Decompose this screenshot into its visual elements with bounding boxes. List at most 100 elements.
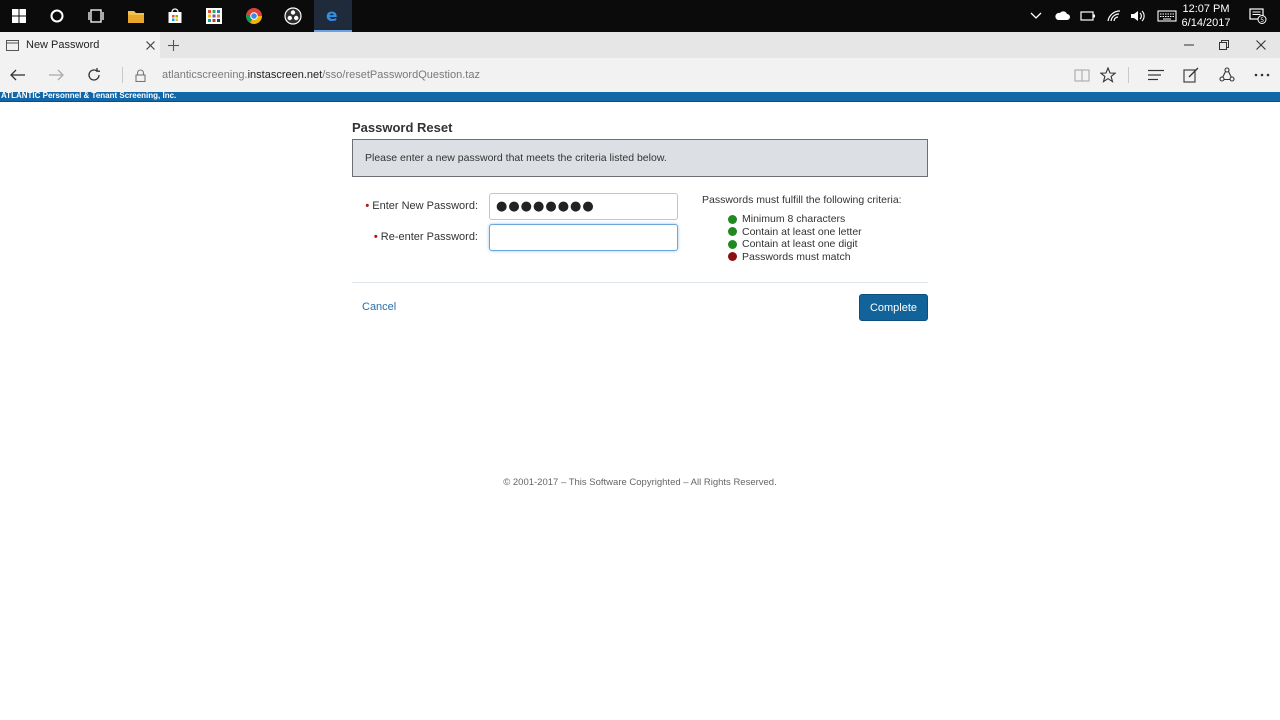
required-marker: • [373,231,378,243]
onedrive-tray[interactable] [1049,0,1075,32]
new-password-row: • Enter New Password: ●●●●●●●● [352,193,692,221]
show-hidden-icons-button[interactable] [1023,0,1049,32]
criteria-text: Contain at least one digit [742,238,858,251]
clock-date: 6/14/2017 [1181,17,1231,29]
criteria-item: Contain at least one letter [728,226,928,239]
share-icon [1219,67,1235,82]
file-explorer-button[interactable] [117,0,155,32]
edge-button[interactable]: e [314,0,352,32]
company-name: ATLANTIC Personnel & Tenant Screening, I… [1,91,177,100]
new-tab-button[interactable] [162,32,184,58]
book-icon [1074,68,1090,82]
restore-icon [1219,40,1229,50]
reenter-password-row: • Re-enter Password: [352,224,692,252]
hub-button[interactable] [1138,58,1174,92]
back-button[interactable] [0,58,36,92]
criteria-item: Minimum 8 characters [728,213,928,226]
system-clock[interactable]: 12:07 PM 6/14/2017 [1176,2,1236,30]
status-dot-icon [728,227,737,237]
status-dot-icon [728,252,737,262]
criteria-item: Passwords must match [728,251,928,264]
required-marker: • [365,200,370,212]
pen-note-icon [1183,67,1199,83]
cortana-circle-icon [50,9,64,23]
browser-navigation-bar: atlanticscreening.instascreen.net/sso/re… [0,58,1280,92]
app-grid-button[interactable] [195,0,233,32]
favorite-button[interactable] [1090,58,1126,92]
minimize-button[interactable] [1170,32,1208,58]
reenter-password-input[interactable] [489,224,678,251]
more-options-button[interactable] [1244,58,1280,92]
obs-record-icon [284,7,302,25]
new-password-input[interactable]: ●●●●●●●● [489,193,678,220]
page-title: Password Reset [352,120,453,135]
notification-count: 5 [1260,17,1264,24]
tab-close-button[interactable] [140,32,160,58]
close-window-icon [1256,40,1266,50]
web-note-button[interactable] [1173,58,1209,92]
site-header-banner: ATLANTIC Personnel & Tenant Screening, I… [0,91,1280,102]
shopping-bag-icon [168,8,182,23]
new-password-label: • Enter New Password: [365,200,478,212]
battery-icon [1080,11,1095,21]
notification-icon: 5 [1249,8,1267,24]
minimize-icon [1184,44,1194,46]
browser-tab-strip: New Password [0,32,1280,58]
password-criteria: Passwords must fulfill the following cri… [702,194,928,263]
obs-button[interactable] [274,0,312,32]
store-button[interactable] [156,0,194,32]
refresh-button[interactable] [76,58,112,92]
arrow-left-icon [10,69,25,81]
volume-tray[interactable] [1125,0,1151,32]
close-window-button[interactable] [1242,32,1280,58]
ellipsis-icon [1254,73,1270,77]
address-bar-url[interactable]: atlanticscreening.instascreen.net/sso/re… [162,69,480,81]
action-center-button[interactable]: 5 [1244,0,1272,32]
folder-icon [128,10,144,23]
copyright-footer: © 2001-2017 – This Software Copyrighted … [503,477,777,488]
wifi-tray[interactable] [1101,0,1127,32]
chrome-button[interactable] [235,0,273,32]
refresh-icon [88,68,100,81]
criteria-text: Minimum 8 characters [742,213,846,226]
cloud-icon [1055,11,1070,20]
edge-e-icon: e [326,6,338,24]
complete-button[interactable]: Complete [859,294,928,321]
svg-text:e: e [326,6,338,24]
clock-time: 12:07 PM [1182,3,1230,15]
tab-title: New Password [26,39,100,51]
chevron-up-icon [1030,12,1042,19]
criteria-text: Contain at least one letter [742,225,862,238]
star-icon [1100,67,1116,83]
reenter-password-label-text: Re-enter Password: [380,231,478,243]
form-divider [352,282,928,283]
page-icon [6,39,19,51]
browser-tab-active[interactable]: New Password [0,32,160,58]
hub-lines-icon [1148,69,1164,81]
url-host: instascreen.net [247,69,323,81]
cancel-link[interactable]: Cancel [362,301,396,313]
arrow-right-icon [49,69,64,81]
share-button[interactable] [1209,58,1245,92]
restore-button[interactable] [1205,32,1243,58]
url-prefix: atlanticscreening. [162,69,248,81]
task-view-button[interactable] [77,0,115,32]
forward-button[interactable] [38,58,74,92]
cortana-button[interactable] [38,0,76,32]
password-reset-panel: Password Reset Please enter a new passwo… [352,120,928,321]
site-security-indicator[interactable] [122,58,158,92]
chrome-icon [245,8,262,24]
battery-tray[interactable] [1075,0,1101,32]
close-icon [145,40,155,50]
windows-logo-icon [12,9,26,23]
url-path: /sso/resetPasswordQuestion.taz [322,69,480,81]
lock-icon [134,69,146,82]
criteria-text: Passwords must match [742,250,851,263]
colorful-grid-app-icon [206,8,222,24]
instruction-notice: Please enter a new password that meets t… [352,139,928,177]
toolbar-divider-2 [1128,67,1129,83]
status-dot-icon [728,214,737,224]
start-button[interactable] [0,0,38,32]
speaker-icon [1131,10,1145,22]
wifi-icon [1107,10,1121,22]
